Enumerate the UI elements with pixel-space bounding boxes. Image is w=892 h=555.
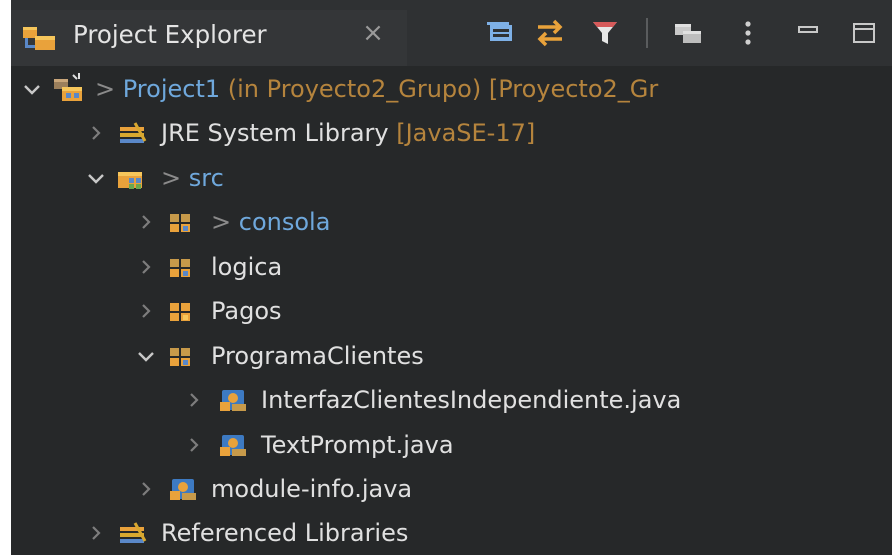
link-with-editor-button[interactable] xyxy=(530,12,570,54)
project-decoration: (in Proyecto2_Grupo) [Proyecto2_Gr xyxy=(220,75,659,103)
programa-clientes-label: ProgramaClientes xyxy=(211,342,424,370)
chevron-right-icon[interactable] xyxy=(135,200,157,244)
tab-close-button[interactable]: × xyxy=(356,18,390,48)
java-file-icon xyxy=(217,378,253,422)
link-editor-icon xyxy=(537,19,563,47)
source-folder-icon xyxy=(115,156,151,200)
tree-item-module-info[interactable]: module-info.java xyxy=(11,467,892,511)
textprompt-label: TextPrompt.java xyxy=(261,431,454,459)
project-name: Project1 xyxy=(122,75,221,103)
tab-label: Project Explorer xyxy=(73,20,267,49)
referenced-libraries-label: Referenced Libraries xyxy=(161,519,409,547)
tab-project-explorer[interactable]: Project Explorer × xyxy=(11,10,407,66)
maximize-icon xyxy=(853,23,875,43)
tree-item-jre-system-library[interactable]: JRE System Library [JavaSE-17] xyxy=(11,111,892,155)
library-icon xyxy=(115,111,151,155)
tree-item-referenced-libraries[interactable]: Referenced Libraries xyxy=(11,511,892,555)
package-icon xyxy=(167,334,203,378)
project-explorer-panel: Project Explorer × > Project1 (in Proyec… xyxy=(0,0,892,555)
consola-label: consola xyxy=(238,208,331,236)
toolbar-separator xyxy=(646,18,648,48)
java-project-icon xyxy=(51,67,87,111)
package-icon xyxy=(167,200,203,244)
folders-icon xyxy=(675,24,701,43)
chevron-down-icon[interactable] xyxy=(85,156,107,200)
filter-icon xyxy=(593,22,617,44)
collapse-all-icon xyxy=(487,22,512,41)
tree-item-interfaz-clientes[interactable]: InterfazClientesIndependiente.java xyxy=(11,378,892,422)
chevron-right-icon[interactable] xyxy=(135,245,157,289)
tree-item-consola[interactable]: > consola xyxy=(11,200,892,244)
project-structure-button[interactable] xyxy=(668,12,708,54)
interfaz-label: InterfazClientesIndependiente.java xyxy=(261,386,682,414)
chevron-right-icon[interactable] xyxy=(135,289,157,333)
chevron-right-icon[interactable] xyxy=(183,423,205,467)
pagos-label: Pagos xyxy=(211,297,282,325)
page-edge xyxy=(0,0,11,555)
java-file-icon xyxy=(167,467,203,511)
tree-item-project1[interactable]: > Project1 (in Proyecto2_Grupo) [Proyect… xyxy=(11,67,892,111)
library-icon xyxy=(115,511,151,555)
view-menu-button[interactable] xyxy=(732,12,772,54)
chevron-right-icon[interactable] xyxy=(85,111,107,155)
kebab-menu-icon xyxy=(745,21,751,45)
project-modified-marker: > xyxy=(95,75,123,103)
java-file-icon xyxy=(217,423,253,467)
tree-item-programa-clientes[interactable]: ProgramaClientes xyxy=(11,334,892,378)
package-icon xyxy=(167,245,203,289)
minimize-button[interactable] xyxy=(790,12,830,54)
chevron-right-icon[interactable] xyxy=(183,378,205,422)
src-label: src xyxy=(188,164,224,192)
src-modified-marker: > xyxy=(161,164,189,192)
collapse-all-button[interactable] xyxy=(480,12,520,54)
chevron-right-icon[interactable] xyxy=(85,511,107,555)
logica-label: logica xyxy=(211,253,283,281)
project-explorer-icon xyxy=(21,24,63,54)
minimize-icon xyxy=(798,26,818,33)
filter-button[interactable] xyxy=(586,12,626,54)
tree-item-logica[interactable]: logica xyxy=(11,245,892,289)
tree-item-pagos[interactable]: Pagos xyxy=(11,289,892,333)
module-info-label: module-info.java xyxy=(211,475,413,503)
package-icon xyxy=(167,289,203,333)
chevron-down-icon[interactable] xyxy=(135,334,157,378)
tree-item-src[interactable]: > src xyxy=(11,156,892,200)
chevron-down-icon[interactable] xyxy=(21,67,43,111)
maximize-button[interactable] xyxy=(846,12,886,54)
jre-version-decoration: [JavaSE-17] xyxy=(388,119,536,147)
tree-item-textprompt[interactable]: TextPrompt.java xyxy=(11,423,892,467)
jre-label: JRE System Library xyxy=(161,119,389,147)
consola-modified-marker: > xyxy=(211,208,239,236)
chevron-right-icon[interactable] xyxy=(135,467,157,511)
